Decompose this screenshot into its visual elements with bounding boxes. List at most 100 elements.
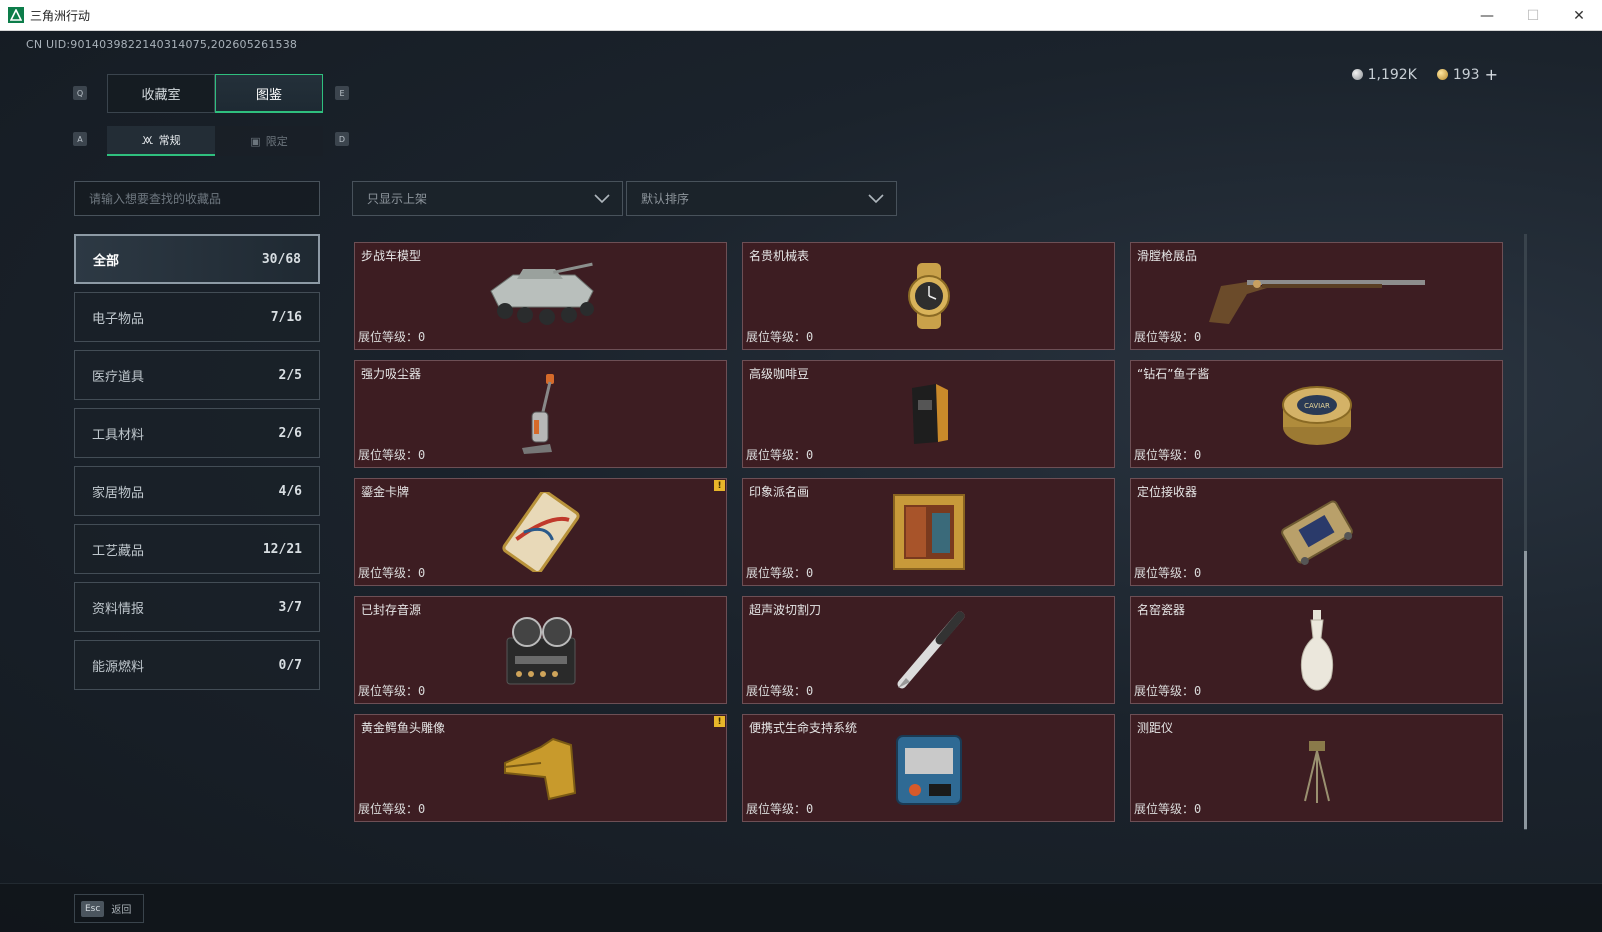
search-input[interactable]: 请输入想要查找的收藏品	[74, 181, 320, 216]
esc-key-hint: Esc	[81, 900, 105, 917]
gold-amount: 193	[1452, 66, 1480, 83]
item-card-ultrasonic-knife[interactable]: 超声波切割刀 展位等级：0	[742, 596, 1115, 704]
item-card-caviar[interactable]: “钻石”鱼子酱 CAVIAR 展位等级：0	[1130, 360, 1503, 468]
chevron-down-icon	[594, 194, 610, 204]
category-count: 2/6	[278, 425, 302, 441]
item-name: 便携式生命支持系统	[749, 721, 858, 735]
item-card-luxury-watch[interactable]: 名贵机械表 展位等级：0	[742, 242, 1115, 350]
item-level: 展位等级：0	[358, 330, 426, 344]
subtab-limited[interactable]: ▣ 限定	[215, 126, 323, 156]
key-hint-prev-tab: Q	[73, 86, 87, 100]
item-card-gps-receiver[interactable]: 定位接收器 展位等级：0	[1130, 478, 1503, 586]
sort-value: 默认排序	[641, 192, 690, 206]
back-label: 返回	[111, 905, 132, 916]
back-button[interactable]: Esc 返回	[74, 894, 144, 923]
item-name: 强力吸尘器	[361, 367, 422, 381]
add-currency-button[interactable]: +	[1485, 65, 1498, 84]
silver-currency: 1,192K	[1351, 67, 1417, 83]
category-medical[interactable]: 医疗道具 2/5	[74, 350, 320, 400]
subtab-limited-label: 限定	[265, 135, 288, 148]
item-card-impressionist-painting[interactable]: 印象派名画 展位等级：0	[742, 478, 1115, 586]
key-hint-next-tab: E	[335, 86, 349, 100]
main-tabs: 收藏室 图鉴	[107, 74, 323, 113]
close-button[interactable]: ✕	[1556, 0, 1602, 31]
category-name: 能源燃料	[92, 659, 145, 675]
porcelain-vase-icon	[1300, 610, 1333, 691]
item-card-musket[interactable]: 滑膛枪展品 展位等级：0	[1130, 242, 1503, 350]
ultrasonic-knife-icon	[897, 611, 964, 689]
chevron-down-icon	[868, 194, 884, 204]
caviar-label: CAVIAR	[1304, 402, 1330, 410]
item-level: 展位等级：0	[746, 566, 814, 580]
item-name: 定位接收器	[1137, 485, 1198, 499]
item-name: 滑膛枪展品	[1137, 249, 1198, 263]
category-household[interactable]: 家居物品 4/6	[74, 466, 320, 516]
item-name: 测距仪	[1137, 721, 1174, 735]
item-level: 展位等级：0	[746, 330, 814, 344]
item-card-vacuum[interactable]: 强力吸尘器 展位等级：0	[354, 360, 727, 468]
item-grid-viewport: 展位等级：0 展位等级：0 展位等级：0 步战车模型 展位等级：0	[354, 234, 1514, 882]
maximize-button[interactable]: ☐	[1510, 0, 1556, 31]
tab-codex[interactable]: 图鉴	[215, 74, 323, 113]
category-energy[interactable]: 能源燃料 0/7	[74, 640, 320, 690]
category-name: 工艺藏品	[92, 543, 145, 559]
gold-crocodile-icon	[503, 737, 576, 801]
category-electronics[interactable]: 电子物品 7/16	[74, 292, 320, 342]
item-name: 鎏金卡牌	[361, 485, 410, 499]
item-level: 展位等级：0	[358, 566, 426, 580]
musket-icon	[1208, 280, 1425, 324]
category-crafts[interactable]: 工艺藏品 12/21	[74, 524, 320, 574]
subtab-regular[interactable]: 🝪 常规	[107, 126, 215, 156]
category-count: 0/7	[278, 657, 302, 673]
item-card-porcelain[interactable]: 名窑瓷器 展位等级：0	[1130, 596, 1503, 704]
category-count: 7/16	[270, 309, 302, 325]
category-count: 4/6	[278, 483, 302, 499]
category-intel[interactable]: 资料情报 3/7	[74, 582, 320, 632]
category-name: 电子物品	[92, 311, 145, 327]
item-level: 展位等级：0	[1134, 684, 1202, 698]
footer-bar: Esc 返回	[0, 883, 1602, 932]
gold-currency: 193 +	[1436, 65, 1498, 84]
warning-badge-icon: !	[714, 480, 725, 491]
minimize-button[interactable]: —	[1464, 0, 1510, 31]
key-hint-next-subtab: D	[335, 132, 349, 146]
category-all[interactable]: 全部 30/68	[74, 234, 320, 284]
category-list: 全部 30/68 电子物品 7/16 医疗道具 2/5 工具材料 2/6 家居物…	[74, 234, 320, 698]
category-count: 2/5	[278, 367, 302, 383]
category-name: 全部	[93, 253, 120, 269]
item-name: 印象派名画	[749, 485, 810, 499]
subtab-regular-label: 常规	[158, 134, 181, 147]
item-card-gold-card[interactable]: 鎏金卡牌 ! 展位等级：0	[354, 478, 727, 586]
item-card-rangefinder[interactable]: 测距仪 展位等级：0	[1130, 714, 1503, 822]
app-logo-icon	[8, 7, 24, 23]
currency-bar: 1,192K 193 +	[1351, 65, 1498, 84]
item-level: 展位等级：0	[358, 802, 426, 816]
category-count: 30/68	[261, 251, 301, 267]
item-level: 展位等级：0	[746, 802, 814, 816]
item-card-life-support[interactable]: 便携式生命支持系统 展位等级：0	[742, 714, 1115, 822]
gps-receiver-icon	[1280, 500, 1353, 565]
item-level: 展位等级：0	[746, 684, 814, 698]
item-card-ifv-model[interactable]: 步战车模型 展位等级：0	[354, 242, 727, 350]
category-name: 医疗道具	[92, 369, 145, 385]
tab-collection-room[interactable]: 收藏室	[107, 74, 215, 113]
category-tools[interactable]: 工具材料 2/6	[74, 408, 320, 458]
gold-card-icon	[501, 492, 580, 572]
shelf-filter-dropdown[interactable]: 只显示上架	[352, 181, 623, 216]
item-card-coffee-beans[interactable]: 高级咖啡豆 展位等级：0	[742, 360, 1115, 468]
item-card-sealed-audio[interactable]: 已封存音源 展位等级：0	[354, 596, 727, 704]
caviar-tin-icon: CAVIAR	[1281, 386, 1352, 445]
picture-icon: ▣	[250, 134, 261, 148]
sort-dropdown[interactable]: 默认排序	[626, 181, 897, 216]
item-grid: 展位等级：0 展位等级：0 展位等级：0 步战车模型 展位等级：0	[354, 234, 1503, 822]
player-uid: CN UID:9014039822140314075,202605261538	[26, 38, 298, 51]
item-card-gold-crocodile[interactable]: 黄金鳄鱼头雕像 ! 展位等级：0	[354, 714, 727, 822]
armored-vehicle-icon	[489, 262, 594, 325]
category-count: 12/21	[262, 541, 302, 557]
item-name: 超声波切割刀	[749, 603, 822, 617]
grid-scrollbar-thumb[interactable]	[1524, 551, 1527, 829]
item-level: 展位等级：0	[1134, 330, 1202, 344]
item-name: 名窑瓷器	[1137, 603, 1186, 617]
item-name: 步战车模型	[361, 249, 422, 263]
rangefinder-icon	[1303, 741, 1330, 803]
